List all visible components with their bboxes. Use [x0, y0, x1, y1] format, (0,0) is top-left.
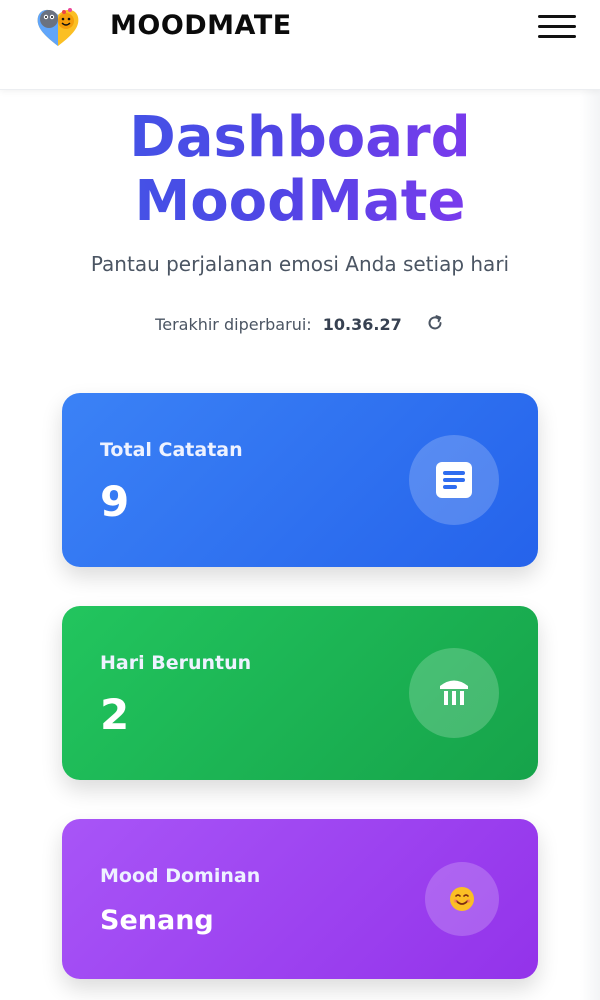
- stat-card-value: 2: [100, 690, 130, 739]
- last-updated-time: 10.36.27: [322, 315, 402, 334]
- stat-card-label: Hari Beruntun: [100, 652, 252, 674]
- page: MOODMATE Dashboard MoodMate Pantau perja…: [0, 0, 600, 1000]
- last-updated-label: Terakhir diperbarui:: [155, 315, 312, 334]
- stat-card-value: Senang: [100, 905, 214, 936]
- stat-card-streak[interactable]: Hari Beruntun 2: [62, 606, 538, 780]
- stat-card-label: Mood Dominan: [100, 865, 261, 887]
- last-updated: Terakhir diperbarui: 10.36.27: [0, 313, 600, 334]
- smiling-face-icon: [425, 862, 499, 936]
- document-icon: [409, 435, 499, 525]
- hamburger-menu-icon[interactable]: [536, 12, 578, 42]
- stat-card-value: 9: [100, 477, 130, 526]
- landmark-icon: [409, 648, 499, 738]
- page-title-line1: Dashboard: [129, 105, 471, 170]
- navbar: MOODMATE: [0, 0, 600, 90]
- stat-card-total-notes[interactable]: Total Catatan 9: [62, 393, 538, 567]
- stat-card-label: Total Catatan: [100, 439, 243, 461]
- stat-card-dominant-mood[interactable]: Mood Dominan Senang: [62, 819, 538, 979]
- page-title: Dashboard MoodMate: [0, 106, 600, 234]
- brand-name[interactable]: MOODMATE: [110, 10, 292, 41]
- refresh-icon[interactable]: [425, 313, 445, 333]
- page-subtitle: Pantau perjalanan emosi Anda setiap hari: [90, 252, 510, 276]
- moodmate-logo-icon[interactable]: [32, 2, 84, 50]
- page-title-line2: MoodMate: [134, 169, 466, 234]
